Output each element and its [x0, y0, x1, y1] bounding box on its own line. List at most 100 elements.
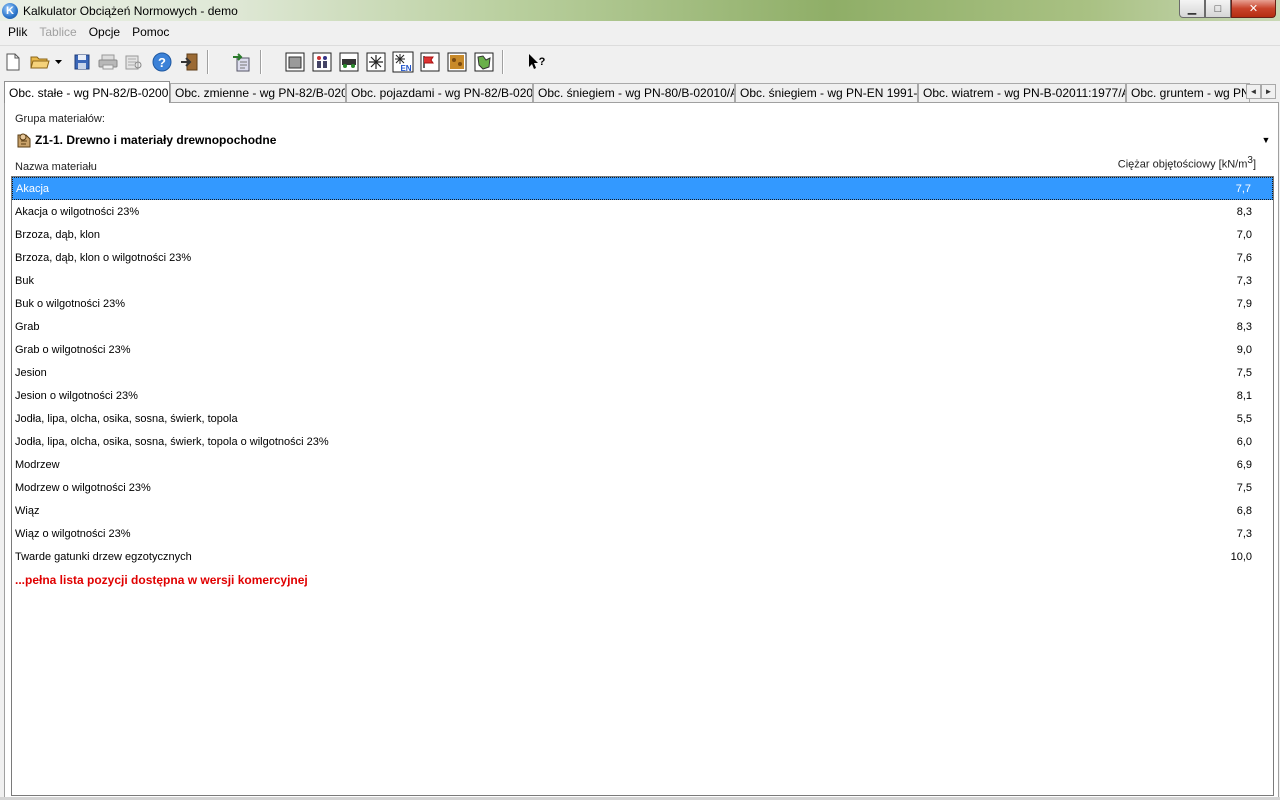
materials-list[interactable]: Akacja 7,7 Akacja o wilgotności 23% 8,3 Brzo…	[11, 176, 1274, 796]
material-name: Jodła, lipa, olcha, osika, sosna, świerk…	[15, 435, 329, 448]
material-name: Modrzew o wilgotności 23%	[15, 481, 151, 494]
tab-scroll-arrows: ◄ ►	[1246, 84, 1276, 99]
group-value: Z1-1. Drewno i materiały drewnopochodne	[35, 133, 277, 147]
material-name: Wiąz o wilgotności 23%	[15, 527, 131, 540]
material-weight: 7,9	[1236, 297, 1252, 310]
tab-bar: Obc. stałe - wg PN-82/B-02001 Obc. zmien…	[0, 81, 1280, 103]
material-row[interactable]: Akacja o wilgotności 23% 8,3	[12, 200, 1273, 223]
vehicle-icon[interactable]	[338, 51, 360, 73]
open-dropdown-icon[interactable]	[53, 51, 65, 73]
chevron-down-icon[interactable]: ▼	[1258, 132, 1274, 148]
window-title: Kalkulator Obciążeń Normowych - demo	[23, 3, 238, 18]
material-weight: 6,0	[1236, 435, 1252, 448]
menu-opcje[interactable]: Opcje	[83, 25, 126, 39]
material-name: Akacja	[16, 182, 50, 195]
material-weight: 7,0	[1236, 228, 1252, 241]
maximize-button[interactable]: □	[1205, 0, 1231, 18]
material-name: Jesion	[15, 366, 47, 379]
tab-scroll-right-icon[interactable]: ►	[1261, 84, 1276, 99]
full-list-note: ...pełna lista pozycji dostępna w wersji…	[12, 568, 1273, 591]
material-name: Wiąz	[15, 504, 40, 517]
column-header-weight[interactable]: Ciężar objętościowy [kN/m3]	[1118, 155, 1256, 171]
material-weight: 7,3	[1236, 527, 1252, 540]
toolbar: ? EN ?	[0, 45, 1280, 77]
snowflake-en-icon[interactable]: EN	[392, 51, 414, 73]
material-weight: 8,1	[1236, 389, 1252, 402]
minimize-button[interactable]: ▁	[1179, 0, 1205, 18]
map-icon[interactable]	[473, 51, 495, 73]
tab-obc-sniegiem-en[interactable]: Obc. śniegiem - wg PN-EN 1991-1-3	[735, 83, 918, 102]
toolbar-separator	[260, 50, 262, 74]
tab-obc-wiatrem[interactable]: Obc. wiatrem - wg PN-B-02011:1977/Az1	[918, 83, 1126, 102]
material-name: Modrzew	[15, 458, 60, 471]
material-row[interactable]: Grab 8,3	[12, 315, 1273, 338]
material-name: Buk	[15, 274, 34, 287]
material-weight: 6,9	[1236, 458, 1252, 471]
tab-content-panel: Grupa materiałów: Z1-1. Drewno i materia…	[4, 102, 1279, 799]
material-name: Grab	[15, 320, 40, 333]
snowflake-icon[interactable]	[365, 51, 387, 73]
print-icon[interactable]	[97, 51, 119, 73]
table-icon[interactable]	[284, 51, 306, 73]
material-name: Brzoza, dąb, klon o wilgotności 23%	[15, 251, 192, 264]
material-row[interactable]: Grab o wilgotności 23% 9,0	[12, 338, 1273, 361]
people-icon[interactable]	[311, 51, 333, 73]
soil-icon[interactable]	[446, 51, 468, 73]
material-row[interactable]: Jesion 7,5	[12, 361, 1273, 384]
material-name: Brzoza, dąb, klon	[15, 228, 100, 241]
material-row[interactable]: Jodła, lipa, olcha, osika, sosna, świerk…	[12, 407, 1273, 430]
menu-tablice[interactable]: Tablice	[33, 25, 82, 39]
material-weight: 7,5	[1236, 481, 1252, 494]
material-row[interactable]: Brzoza, dąb, klon 7,0	[12, 223, 1273, 246]
material-weight: 8,3	[1236, 205, 1252, 218]
material-row[interactable]: Jesion o wilgotności 23% 8,1	[12, 384, 1273, 407]
menu-pomoc[interactable]: Pomoc	[126, 25, 175, 39]
material-row[interactable]: Wiąz o wilgotności 23% 7,3	[12, 522, 1273, 545]
material-weight: 7,5	[1236, 366, 1252, 379]
material-row[interactable]: Modrzew o wilgotności 23% 7,5	[12, 476, 1273, 499]
save-icon[interactable]	[71, 51, 93, 73]
material-row[interactable]: Modrzew 6,9	[12, 453, 1273, 476]
column-header-weight-text: Ciężar objętościowy [kN/m	[1117, 158, 1248, 171]
menu-bar: Plik Tablice Opcje Pomoc	[0, 21, 1280, 42]
material-weight: 8,3	[1236, 320, 1252, 333]
new-document-icon[interactable]	[2, 51, 24, 73]
group-label: Grupa materiałów:	[15, 113, 105, 125]
material-row[interactable]: Brzoza, dąb, klon o wilgotności 23% 7,6	[12, 246, 1273, 269]
title-bar: K Kalkulator Obciążeń Normowych - demo ▁…	[0, 0, 1280, 21]
tab-obc-zmienne[interactable]: Obc. zmienne - wg PN-82/B-02003	[170, 83, 346, 102]
tab-obc-gruntem[interactable]: Obc. gruntem - wg PN-8	[1126, 83, 1250, 102]
tab-obc-pojazdami[interactable]: Obc. pojazdami - wg PN-82/B-02004	[346, 83, 533, 102]
column-header-name[interactable]: Nazwa materiału	[15, 161, 97, 173]
material-weight: 7,3	[1236, 274, 1252, 287]
material-name: Jesion o wilgotności 23%	[15, 389, 138, 402]
material-weight: 7,6	[1236, 251, 1252, 264]
material-weight: 9,0	[1236, 343, 1252, 356]
menu-plik[interactable]: Plik	[2, 25, 33, 39]
export-icon[interactable]	[231, 51, 253, 73]
tab-obc-stale[interactable]: Obc. stałe - wg PN-82/B-02001	[4, 81, 170, 103]
material-name: Buk o wilgotności 23%	[15, 297, 126, 310]
open-folder-icon[interactable]	[29, 51, 51, 73]
context-help-icon[interactable]: ?	[526, 51, 548, 73]
group-select[interactable]: Z1-1. Drewno i materiały drewnopochodne …	[12, 129, 1274, 151]
material-row[interactable]: Wiąz 6,8	[12, 499, 1273, 522]
close-button[interactable]: ✕	[1231, 0, 1276, 18]
app-icon: K	[2, 2, 18, 19]
column-header-weight-close: ]	[1252, 158, 1256, 171]
material-row[interactable]: Buk 7,3	[12, 269, 1273, 292]
material-row[interactable]: Jodła, lipa, olcha, osika, sosna, świerk…	[12, 430, 1273, 453]
print-preview-icon[interactable]	[123, 51, 145, 73]
material-row[interactable]: Buk o wilgotności 23% 7,9	[12, 292, 1273, 315]
full-list-note-text: ...pełna lista pozycji dostępna w wersji…	[15, 572, 308, 587]
material-row[interactable]: Twarde gatunki drzew egzotycznych 10,0	[12, 545, 1273, 568]
svg-text:?: ?	[539, 56, 546, 68]
exit-icon[interactable]	[178, 51, 200, 73]
material-row[interactable]: Akacja 7,7	[12, 177, 1273, 200]
material-name: Grab o wilgotności 23%	[15, 343, 131, 356]
help-icon[interactable]: ?	[151, 51, 173, 73]
wind-icon[interactable]	[419, 51, 441, 73]
tab-scroll-left-icon[interactable]: ◄	[1246, 84, 1261, 99]
tab-obc-sniegiem-pn[interactable]: Obc. śniegiem - wg PN-80/B-02010/Az1	[533, 83, 735, 102]
wood-group-icon	[15, 131, 33, 149]
